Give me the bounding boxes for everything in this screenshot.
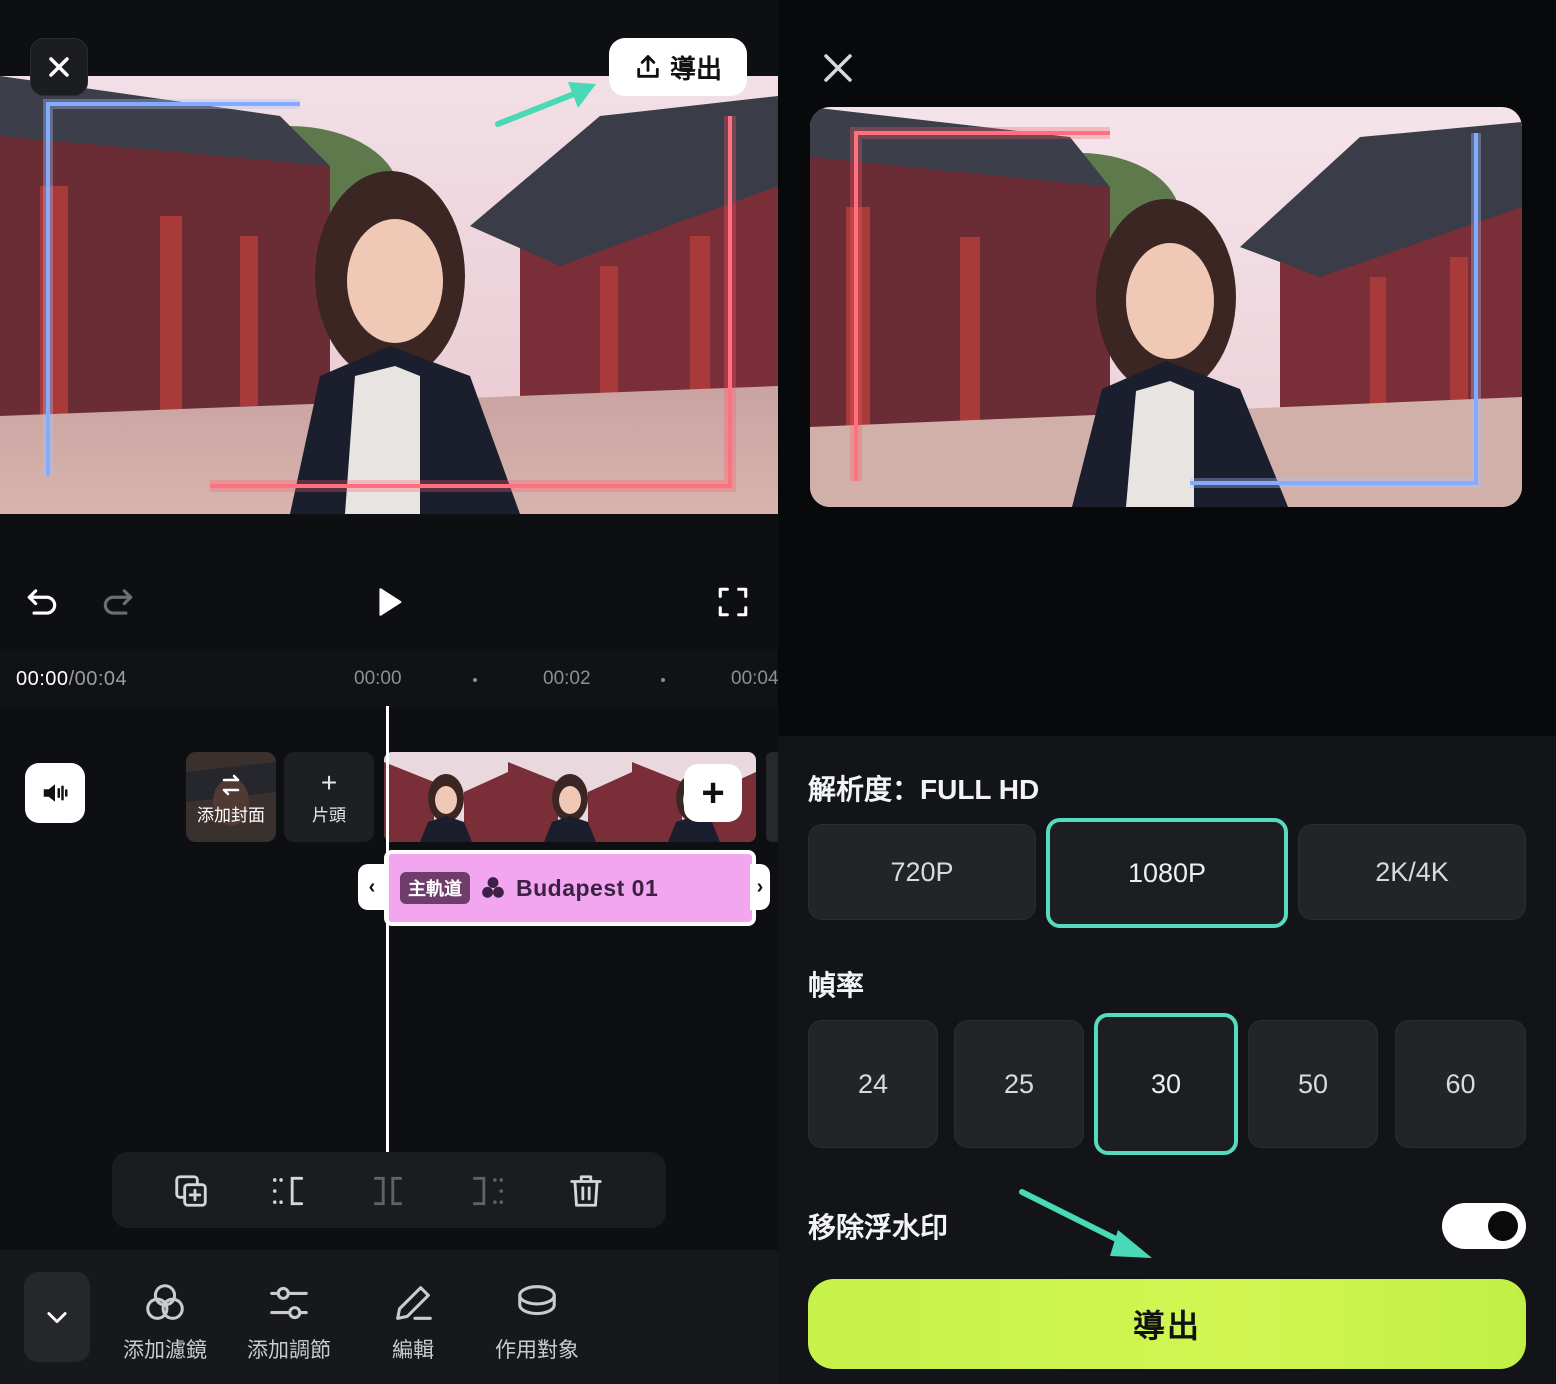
trash-icon (570, 1175, 602, 1207)
trim-start-icon (273, 1176, 304, 1206)
pencil-icon (396, 1286, 432, 1320)
add-cover-button[interactable]: 添加封面 (186, 752, 276, 842)
redo-icon (103, 589, 133, 615)
plus-icon: + (701, 770, 725, 815)
add-clip-button[interactable]: + (684, 764, 742, 822)
framerate-option-60[interactable]: 60 (1395, 1020, 1526, 1148)
layers-icon (518, 1285, 556, 1316)
chevron-down-icon (47, 1312, 67, 1324)
audio-toggle-button[interactable] (25, 763, 85, 823)
tick-dot (661, 678, 665, 682)
main-track-clip[interactable]: ‹ 主軌道 Budapest 01 › (358, 850, 778, 926)
edit-button[interactable]: 編輯 (358, 1280, 468, 1364)
resolution-option-720p[interactable]: 720P (808, 824, 1036, 920)
toggle-knob (1488, 1211, 1518, 1241)
collapse-button[interactable] (24, 1272, 90, 1362)
apply-target-label: 作用對象 (495, 1339, 579, 1362)
export-top-button[interactable]: 導出 (609, 38, 747, 96)
tick-label: 00:04 (731, 668, 778, 689)
time-total: /00:04 (68, 668, 128, 690)
filter-icon (146, 1284, 184, 1320)
filter-icon (482, 877, 504, 898)
time-current: 00:00 (16, 668, 69, 690)
clip-toolbar (112, 1152, 666, 1228)
undo-button[interactable] (12, 570, 72, 634)
fullscreen-icon (718, 587, 748, 617)
tick-label: 00:00 (354, 668, 402, 689)
export-preview (810, 107, 1522, 507)
annotation-arrow-icon (495, 82, 596, 127)
clip-frame (508, 752, 632, 842)
apply-target-button[interactable]: 作用對象 (482, 1280, 592, 1364)
delete-button[interactable] (561, 1166, 611, 1216)
add-filter-button[interactable]: 添加濾鏡 (110, 1280, 220, 1364)
cover-thumbnail (186, 752, 276, 842)
split-icon (373, 1176, 403, 1206)
redo-button[interactable] (88, 570, 148, 634)
trim-end-button[interactable] (462, 1166, 512, 1216)
export-top-label: 導出 (669, 53, 722, 84)
trim-handle-left[interactable]: ‹ (358, 864, 386, 910)
play-icon (379, 588, 402, 616)
playhead[interactable] (386, 706, 389, 1152)
next-clip-edge (766, 752, 778, 842)
add-cover-label: 添加封面 (197, 806, 265, 825)
adjust-icon (270, 1286, 308, 1320)
close-icon (49, 57, 69, 77)
close-button[interactable] (30, 38, 88, 96)
tick-label: 00:02 (543, 668, 591, 689)
framerate-option-50[interactable]: 50 (1248, 1020, 1378, 1148)
framerate-option-30[interactable]: 30 (1094, 1013, 1238, 1155)
preview-scene (0, 76, 778, 514)
plus-icon: + (320, 766, 338, 798)
framerate-option-25[interactable]: 25 (954, 1020, 1084, 1148)
add-intro-button[interactable]: + 片頭 (284, 752, 374, 842)
remove-watermark-toggle[interactable] (1442, 1203, 1526, 1249)
fullscreen-button[interactable] (703, 570, 763, 634)
main-track-name: Budapest 01 (516, 874, 659, 901)
edit-label: 編輯 (392, 1339, 434, 1362)
time-readout: 00:00/00:04 (16, 668, 127, 691)
playback-controls (0, 570, 778, 634)
export-button[interactable]: 導出 (808, 1279, 1526, 1369)
export-settings-sheet: 解析度：FULL HD 720P 1080P 2K/4K 幀率 24 25 30… (778, 736, 1556, 1384)
main-track-tag: 主軌道 (400, 872, 470, 904)
resolution-title: 解析度：FULL HD (808, 774, 1040, 805)
play-button[interactable] (359, 570, 419, 634)
split-button[interactable] (363, 1166, 413, 1216)
annotation-arrow-icon (1019, 1189, 1152, 1258)
add-adjust-label: 添加調節 (247, 1339, 331, 1362)
trim-end-icon (472, 1176, 503, 1206)
intro-label: 片頭 (312, 805, 346, 825)
speaker-icon (43, 784, 68, 802)
duplicate-button[interactable] (166, 1166, 216, 1216)
editor-panel: 導出 00:00/00:04 00:00 00:02 00:04 添加封面 + … (0, 0, 778, 1384)
close-export-button[interactable] (818, 48, 858, 88)
add-adjust-button[interactable]: 添加調節 (234, 1280, 344, 1364)
framerate-title: 幀率 (808, 970, 865, 1001)
undo-icon (27, 589, 57, 615)
main-track-body[interactable]: 主軌道 Budapest 01 (384, 850, 756, 926)
export-preview-scene (810, 107, 1522, 507)
export-panel: 解析度：FULL HD 720P 1080P 2K/4K 幀率 24 25 30… (778, 0, 1556, 1384)
tick-dot (473, 678, 477, 682)
resolution-option-1080p[interactable]: 1080P (1046, 818, 1288, 928)
framerate-option-24[interactable]: 24 (808, 1020, 938, 1148)
upload-icon (637, 55, 659, 78)
clip-frame (384, 752, 508, 842)
remove-watermark-label: 移除浮水印 (808, 1212, 949, 1243)
video-preview (0, 76, 778, 514)
trim-start-button[interactable] (264, 1166, 314, 1216)
trim-handle-right[interactable]: › (750, 864, 770, 910)
close-icon (824, 54, 852, 82)
timeline-ruler: 00:00/00:04 00:00 00:02 00:04 (0, 650, 778, 708)
resolution-option-2k4k[interactable]: 2K/4K (1298, 824, 1526, 920)
duplicate-icon (175, 1175, 207, 1207)
add-filter-label: 添加濾鏡 (123, 1339, 207, 1362)
bottom-toolbar: 添加濾鏡 添加調節 編輯 作用對象 (0, 1250, 778, 1384)
